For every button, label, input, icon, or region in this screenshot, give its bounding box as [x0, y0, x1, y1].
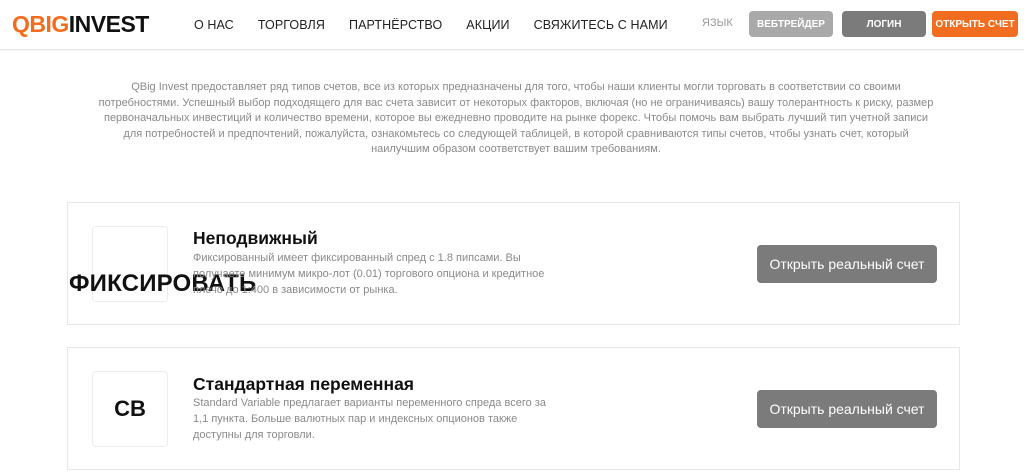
- account-icon-label: СВ: [114, 396, 146, 421]
- open-account-button[interactable]: ОТКРЫТЬ СЧЕТ: [932, 11, 1018, 37]
- nav-item-trading[interactable]: ТОРГОВЛЯ: [258, 18, 325, 32]
- language-selector[interactable]: ЯЗЫК: [702, 17, 733, 29]
- webtrader-button[interactable]: ВЕБТРЕЙДЕР: [749, 11, 833, 37]
- site-header: QBIGINVEST О НАС ТОРГОВЛЯ ПАРТНЁРСТВО АК…: [0, 0, 1024, 50]
- logo[interactable]: QBIGINVEST: [12, 11, 149, 37]
- nav-item-partnership[interactable]: ПАРТНЁРСТВО: [349, 18, 442, 32]
- account-card-fixed: ФИКСИРОВАТЬ Неподвижный Фиксированный им…: [67, 202, 960, 325]
- account-icon-box: СВ: [92, 371, 168, 447]
- account-title: Стандартная переменная: [193, 374, 415, 394]
- account-title: Неподвижный: [193, 228, 318, 248]
- open-real-account-button[interactable]: Открыть реальный счет: [757, 245, 937, 283]
- nav-item-about[interactable]: О НАС: [194, 18, 234, 32]
- open-real-account-button[interactable]: Открыть реальный счет: [757, 390, 937, 428]
- login-button[interactable]: ЛОГИН: [842, 11, 926, 37]
- account-icon-box: ФИКСИРОВАТЬ: [69, 226, 256, 302]
- nav-item-contact[interactable]: СВЯЖИТЕСЬ С НАМИ: [534, 18, 668, 32]
- account-description: Фиксированный имеет фиксированный спред …: [193, 252, 545, 296]
- account-description: Standard Variable предлагает варианты пе…: [193, 397, 546, 441]
- logo-qbig: QBIG: [12, 11, 69, 37]
- logo-invest: INVEST: [68, 11, 150, 37]
- intro-text: QBig Invest предоставляет ряд типов счет…: [98, 81, 934, 155]
- main-nav: О НАС ТОРГОВЛЯ ПАРТНЁРСТВО АКЦИИ СВЯЖИТЕ…: [194, 0, 692, 50]
- nav-item-promotions[interactable]: АКЦИИ: [466, 18, 509, 32]
- account-card-standard-variable: СВ Стандартная переменная Standard Varia…: [67, 347, 960, 470]
